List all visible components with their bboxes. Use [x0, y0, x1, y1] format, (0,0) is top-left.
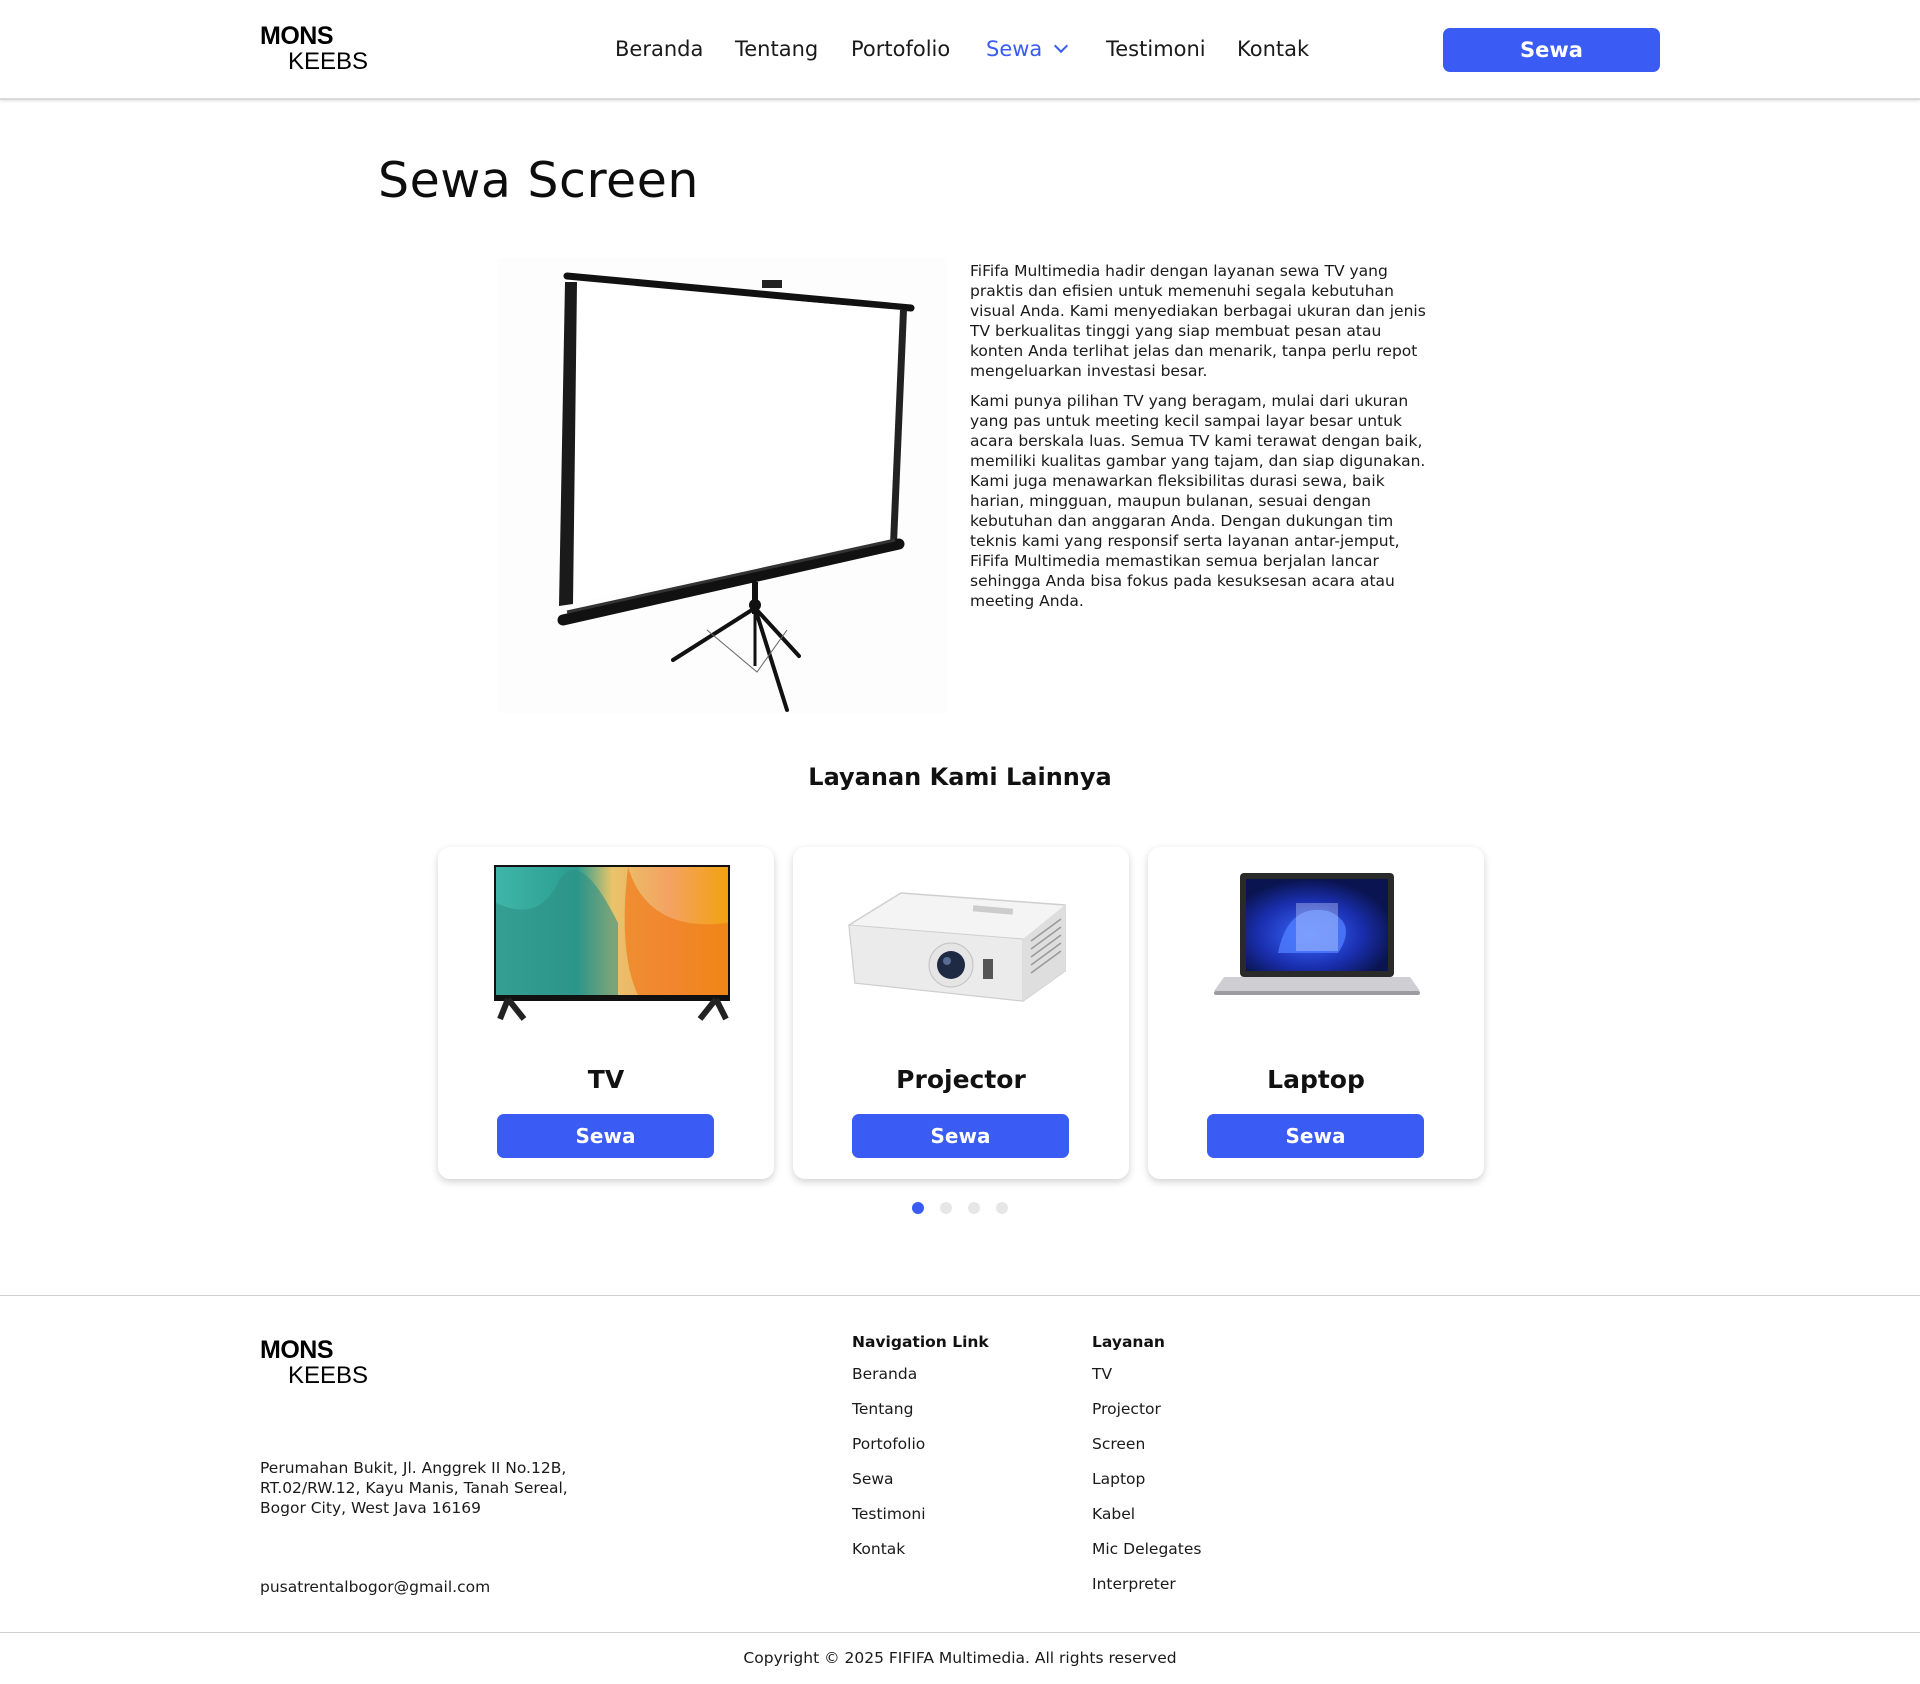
tv-icon [494, 865, 730, 1021]
footer-nav-link-testimoni[interactable]: Testimoni [852, 1505, 989, 1540]
footer-service-link-kabel[interactable]: Kabel [1092, 1505, 1201, 1540]
footer-nav-link-sewa[interactable]: Sewa [852, 1470, 989, 1505]
footer-nav-link-tentang[interactable]: Tentang [852, 1400, 989, 1435]
service-card-projector: Projector Sewa [793, 847, 1129, 1179]
footer-bottom-divider [0, 1632, 1920, 1633]
chevron-down-icon [1054, 38, 1069, 54]
footer-nav-link-portofolio[interactable]: Portofolio [852, 1435, 989, 1470]
footer-service-link-tv[interactable]: TV [1092, 1365, 1201, 1400]
nav-link-kontak[interactable]: Kontak [1237, 37, 1309, 61]
nav-link-portofolio[interactable]: Portofolio [851, 37, 950, 61]
footer-services-heading: Layanan [1092, 1333, 1165, 1351]
hero-paragraph-2: Kami punya pilihan TV yang beragam, mula… [970, 392, 1426, 610]
navbar: MONS KEEBS Beranda Tentang Portofolio Se… [0, 0, 1920, 100]
address-line: RT.02/RW.12, Kayu Manis, Tanah Sereal, [260, 1479, 568, 1497]
sewa-cta-button[interactable]: Sewa [1443, 28, 1660, 72]
footer-nav-link-beranda[interactable]: Beranda [852, 1365, 989, 1400]
brand-logo[interactable]: MONS KEEBS [260, 24, 368, 74]
service-card-laptop: Laptop Sewa [1148, 847, 1484, 1179]
carousel-dot-3[interactable] [968, 1202, 980, 1214]
brand-logo-line2: KEEBS [288, 48, 369, 75]
other-services-title: Layanan Kami Lainnya [808, 763, 1112, 791]
nav-link-testimoni[interactable]: Testimoni [1106, 37, 1206, 61]
nav-link-tentang[interactable]: Tentang [735, 37, 818, 61]
footer-services-column: Layanan TV Projector Screen Laptop Kabel… [1092, 1333, 1201, 1610]
carousel-dot-2[interactable] [940, 1202, 952, 1214]
footer-nav-heading: Navigation Link [852, 1333, 989, 1351]
sewa-tv-button[interactable]: Sewa [497, 1114, 714, 1158]
brand-logo-line1: MONS [260, 22, 334, 50]
sewa-projector-button[interactable]: Sewa [852, 1114, 1069, 1158]
footer-logo-line1: MONS [260, 1336, 334, 1364]
footer-email-link[interactable]: pusatrentalbogor@gmail.com [260, 1578, 490, 1596]
projector-screen-icon [557, 272, 915, 712]
footer-nav-link-kontak[interactable]: Kontak [852, 1540, 989, 1575]
service-card-title: Laptop [1267, 1065, 1365, 1094]
laptop-icon [1214, 873, 1420, 995]
hero-paragraph-1: FiFifa Multimedia hadir dengan layanan s… [970, 262, 1426, 380]
address-line: Bogor City, West Java 16169 [260, 1499, 481, 1517]
projector-icon [848, 892, 1066, 1002]
service-card-title: TV [587, 1065, 625, 1094]
service-card-title: Projector [896, 1065, 1026, 1094]
footer-logo-line2: KEEBS [288, 1362, 369, 1389]
tv-image [478, 863, 734, 1023]
projector-image [833, 863, 1089, 1023]
footer-service-link-mic-delegates[interactable]: Mic Delegates [1092, 1540, 1201, 1575]
footer-service-link-interpreter[interactable]: Interpreter [1092, 1575, 1201, 1610]
nav-link-sewa[interactable]: Sewa [986, 37, 1069, 61]
footer-logo[interactable]: MONS KEEBS [260, 1338, 368, 1388]
carousel-dot-1[interactable] [912, 1202, 924, 1214]
projector-screen-image [497, 258, 947, 713]
footer-service-link-laptop[interactable]: Laptop [1092, 1470, 1201, 1505]
footer-service-link-screen[interactable]: Screen [1092, 1435, 1201, 1470]
nav-link-sewa-label: Sewa [986, 37, 1043, 61]
footer-address: Perumahan Bukit, Jl. Anggrek II No.12B, … [260, 1458, 590, 1518]
service-card-tv: TV Sewa [438, 847, 774, 1179]
carousel-dot-4[interactable] [996, 1202, 1008, 1214]
page-title: Sewa Screen [378, 152, 699, 209]
footer-service-link-projector[interactable]: Projector [1092, 1400, 1201, 1435]
footer-nav-column: Navigation Link Beranda Tentang Portofol… [852, 1333, 989, 1575]
nav-link-beranda[interactable]: Beranda [615, 37, 703, 61]
laptop-image [1188, 863, 1444, 1023]
footer-divider [0, 1295, 1920, 1296]
copyright-text: Copyright © 2025 FIFIFA Multimedia. All … [743, 1649, 1177, 1667]
address-line: Perumahan Bukit, Jl. Anggrek II No.12B, [260, 1459, 567, 1477]
hero-description: FiFifa Multimedia hadir dengan layanan s… [970, 261, 1430, 621]
sewa-laptop-button[interactable]: Sewa [1207, 1114, 1424, 1158]
